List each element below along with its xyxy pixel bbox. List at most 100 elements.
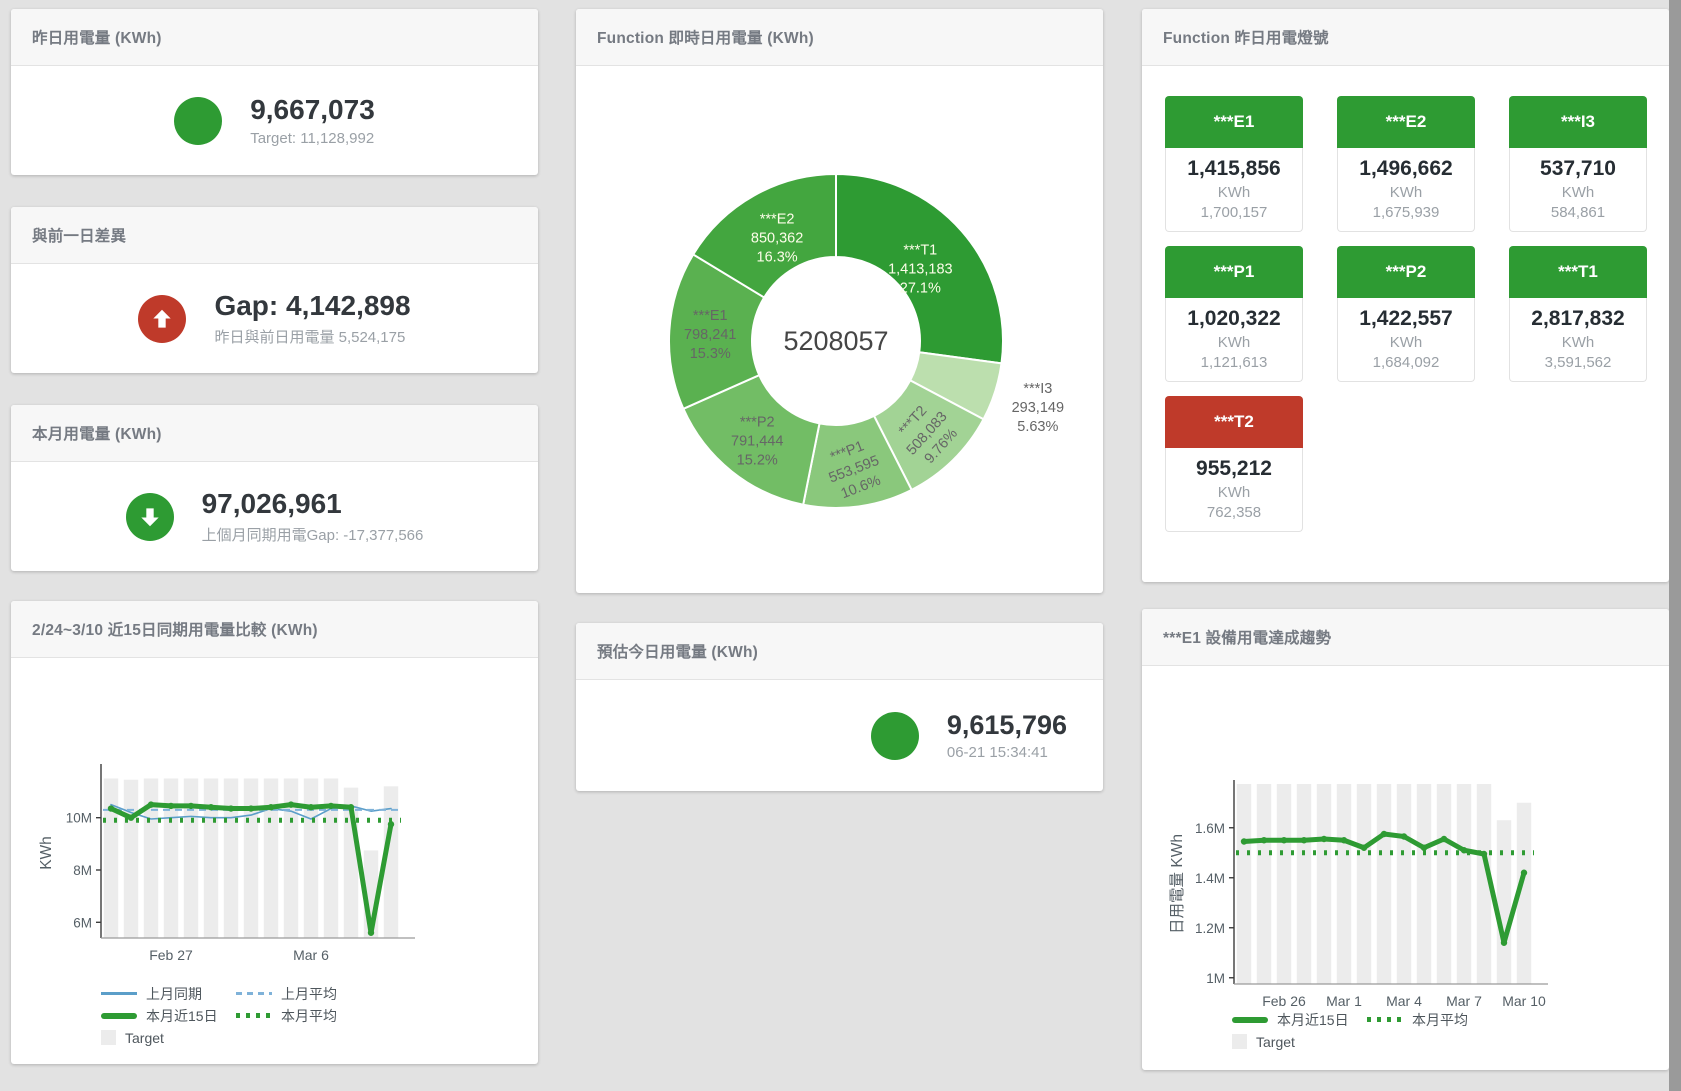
legend-label: Target <box>125 1030 164 1046</box>
target-bar <box>224 778 238 938</box>
series-point <box>1481 851 1487 857</box>
panel-title: ***E1 設備用電達成趨勢 <box>1163 626 1331 648</box>
panel-month-usage: 本月用電量 (KWh) 97,026,961 上個月同期用電Gap: -17,3… <box>11 405 538 571</box>
target-bar <box>1497 820 1511 984</box>
legend-item[interactable]: 本月近15日 <box>1232 1009 1367 1030</box>
tile-unit: KWh <box>1340 184 1472 201</box>
stat-subtitle: 昨日與前日用電量 5,524,175 <box>214 326 405 347</box>
series-point <box>208 804 214 810</box>
tile-name: ***P1 <box>1165 246 1303 298</box>
series-point <box>1501 940 1507 946</box>
arrow-up-icon <box>138 295 186 343</box>
tile-name: ***E2 <box>1337 96 1475 148</box>
target-bar <box>1357 784 1371 984</box>
legend-label: 本月近15日 <box>146 1006 218 1026</box>
series-point <box>1441 836 1447 842</box>
tile-name: ***T1 <box>1509 246 1647 298</box>
target-bar <box>324 778 338 938</box>
target-bar <box>304 778 318 938</box>
donut-chart: ***T11,413,18327.1%***I3293,1495.63%***T… <box>576 66 1103 586</box>
tile-target: 3,591,562 <box>1512 354 1644 371</box>
tile-unit: KWh <box>1168 184 1300 201</box>
arrow-down-icon <box>126 493 174 541</box>
tile-body: 537,710KWh584,861 <box>1509 148 1647 232</box>
series-point <box>1421 845 1427 851</box>
tile-target: 762,358 <box>1168 504 1300 521</box>
panel-header[interactable]: Function 昨日用電燈號 <box>1142 9 1669 66</box>
tile-target: 584,861 <box>1512 204 1644 221</box>
tile-value: 1,422,557 <box>1340 307 1472 331</box>
panel-title: 預估今日用電量 (KWh) <box>597 640 758 662</box>
series-point <box>188 803 194 809</box>
legend-item[interactable]: 上月同期 <box>101 983 236 1004</box>
tile-value: 955,212 <box>1168 457 1300 481</box>
stat-value: 9,615,796 <box>947 710 1067 741</box>
panel-realtime-donut: Function 即時日用電量 (KWh) ***T11,413,18327.1… <box>576 9 1103 593</box>
panel-day-gap: 與前一日差異 Gap: 4,142,898 昨日與前日用電量 5,524,175 <box>11 207 538 373</box>
tile-target: 1,675,939 <box>1340 204 1472 221</box>
y-axis-label: KWh <box>38 836 55 870</box>
tile-target: 1,684,092 <box>1340 354 1472 371</box>
legend-item[interactable]: Target <box>101 1027 236 1048</box>
donut-label: ***I3293,1495.63% <box>1012 381 1064 435</box>
x-tick-label: Mar 4 <box>1386 993 1422 1009</box>
tile-body: 1,020,322KWh1,121,613 <box>1165 298 1303 382</box>
tile-unit: KWh <box>1340 334 1472 351</box>
series-point <box>1301 837 1307 843</box>
legend-swatch-thick <box>101 1013 137 1019</box>
tile-body: 1,496,662 KWh 1,675,939 <box>1337 148 1475 232</box>
stat-value: 97,026,961 <box>202 488 342 520</box>
light-tile: ***T12,817,832KWh3,591,562 <box>1509 246 1647 382</box>
panel-header[interactable]: 昨日用電量 (KWh) <box>11 9 538 66</box>
panel-header[interactable]: ***E1 設備用電達成趨勢 <box>1142 609 1669 666</box>
legend-swatch-box <box>101 1030 116 1045</box>
chart-legend[interactable]: 本月近15日本月平均Target <box>1232 1009 1468 1052</box>
target-bar <box>164 778 178 938</box>
light-tile: ***E2 1,496,662 KWh 1,675,939 <box>1337 96 1475 232</box>
tile-value: 1,496,662 <box>1340 157 1472 181</box>
panel-header[interactable]: 本月用電量 (KWh) <box>11 405 538 462</box>
panel-yesterday-usage: 昨日用電量 (KWh) 9,667,073 Target: 11,128,992 <box>11 9 538 175</box>
x-tick-label: Mar 10 <box>1502 993 1546 1009</box>
target-bar <box>1457 784 1471 984</box>
legend-item[interactable]: Target <box>1232 1031 1367 1052</box>
legend-item[interactable]: 上月平均 <box>236 983 337 1004</box>
y-tick-label: 1.4M <box>1195 871 1225 886</box>
tile-body: 955,212KWh762,358 <box>1165 448 1303 532</box>
legend-item[interactable]: 本月平均 <box>1367 1009 1468 1030</box>
panel-header[interactable]: 2/24~3/10 近15日同期用電量比較 (KWh) <box>11 601 538 658</box>
light-tile: ***T2955,212KWh762,358 <box>1165 396 1303 532</box>
tile-value: 537,710 <box>1512 157 1644 181</box>
series-point <box>1401 833 1407 839</box>
tile-name: ***E1 <box>1165 96 1303 148</box>
target-bar <box>1277 784 1291 984</box>
target-bar <box>104 778 118 938</box>
y-tick-label: 1M <box>1206 971 1225 986</box>
legend-item[interactable]: 本月近15日 <box>101 1005 236 1026</box>
panel-header[interactable]: 與前一日差異 <box>11 207 538 264</box>
series-point <box>308 804 314 810</box>
target-bar <box>244 778 258 938</box>
target-bar <box>1237 784 1251 984</box>
light-tile: ***P11,020,322KWh1,121,613 <box>1165 246 1303 382</box>
series-point <box>1241 838 1247 844</box>
target-bar <box>1337 784 1351 984</box>
series-point <box>348 804 354 810</box>
chart-legend[interactable]: 上月同期上月平均本月近15日本月平均 Target <box>101 983 337 1048</box>
panel-header[interactable]: Function 即時日用電量 (KWh) <box>576 9 1103 66</box>
series-point <box>328 803 334 809</box>
stat-value: 9,667,073 <box>250 94 375 126</box>
legend-item[interactable]: 本月平均 <box>236 1005 337 1026</box>
panel-header[interactable]: 預估今日用電量 (KWh) <box>576 623 1103 680</box>
target-bar <box>184 778 198 938</box>
dashboard: 昨日用電量 (KWh) 9,667,073 Target: 11,128,992… <box>0 0 1681 1091</box>
x-tick-label: Feb 27 <box>149 947 193 963</box>
stat-subtitle: 上個月同期用電Gap: -17,377,566 <box>202 524 424 545</box>
scrollbar[interactable] <box>1669 0 1681 1091</box>
y-axis-label: 日用電量 KWh <box>1169 834 1186 934</box>
tile-value: 2,817,832 <box>1512 307 1644 331</box>
series-point <box>1461 847 1467 853</box>
series-point <box>1341 837 1347 843</box>
panel-title: 昨日用電量 (KWh) <box>32 26 162 48</box>
panel-title: 2/24~3/10 近15日同期用電量比較 (KWh) <box>32 618 318 640</box>
